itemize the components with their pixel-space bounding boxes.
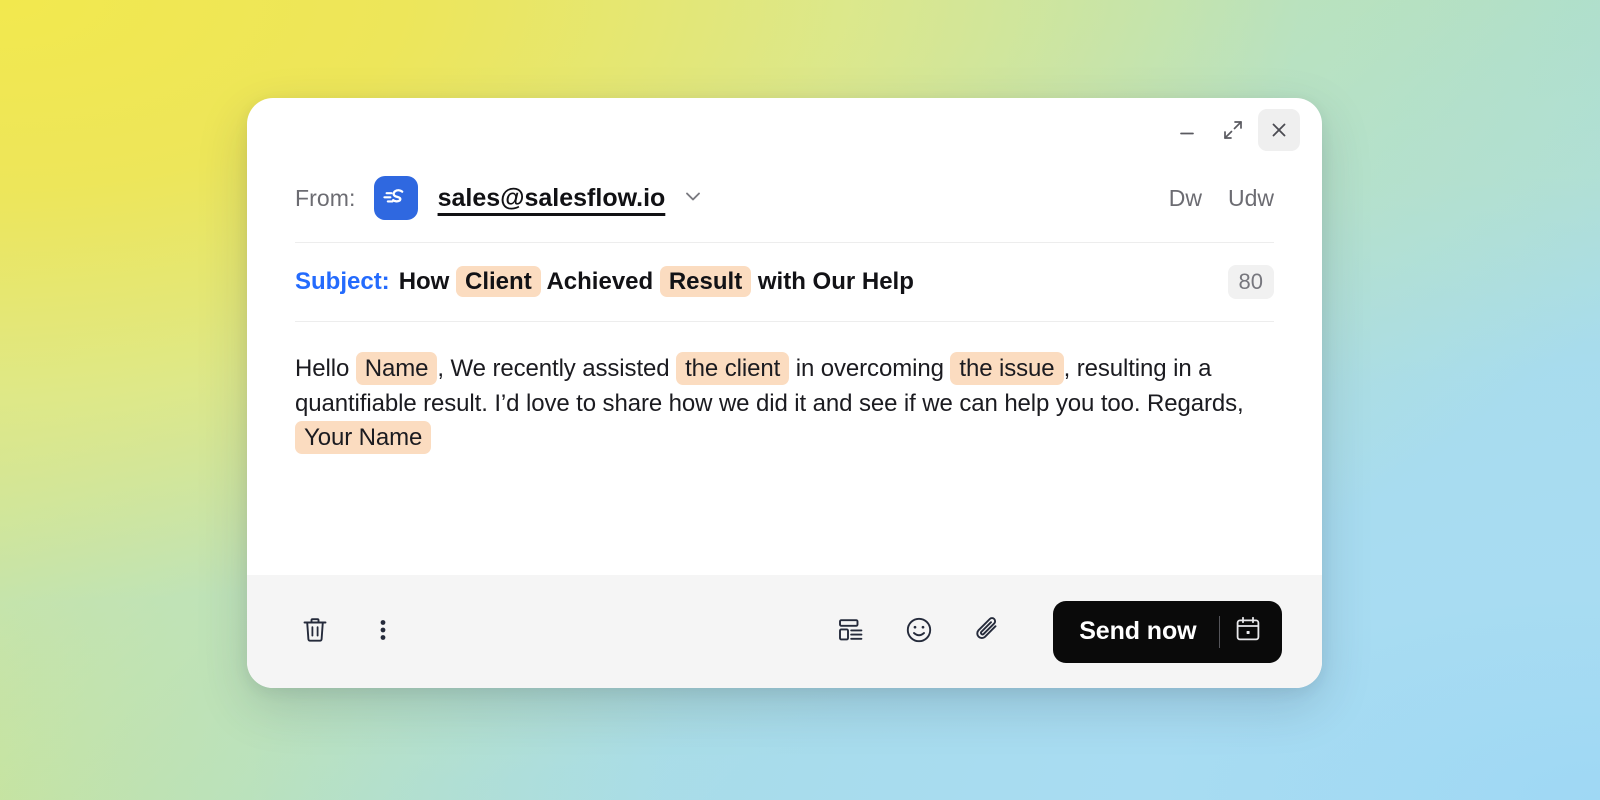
template-layout-icon bbox=[836, 615, 866, 648]
subject-row: Subject: How Client Achieved Result with… bbox=[295, 243, 1274, 322]
from-dropdown-button[interactable] bbox=[681, 184, 705, 213]
subject-chip-client[interactable]: Client bbox=[456, 266, 541, 297]
subject-segment-text: Achieved bbox=[540, 268, 660, 295]
chevron-down-icon bbox=[681, 184, 705, 213]
insert-emoji-button[interactable] bbox=[895, 608, 943, 656]
cc-button[interactable]: Dw bbox=[1169, 185, 1202, 212]
subject-chip-result[interactable]: Result bbox=[659, 266, 752, 297]
expand-button[interactable] bbox=[1212, 109, 1254, 151]
subject-label: Subject: bbox=[295, 268, 390, 295]
paperclip-icon bbox=[972, 615, 1002, 648]
bcc-button[interactable]: Udw bbox=[1228, 185, 1274, 212]
insert-template-button[interactable] bbox=[827, 608, 875, 656]
footer-left-group bbox=[291, 608, 407, 656]
attach-file-button[interactable] bbox=[963, 608, 1011, 656]
trash-icon bbox=[300, 615, 330, 648]
window-titlebar bbox=[247, 98, 1322, 162]
subject-segment-text: How bbox=[398, 268, 457, 295]
from-address[interactable]: sales@salesflow.io bbox=[438, 184, 666, 213]
body-chip-the-issue[interactable]: the issue bbox=[950, 352, 1064, 385]
minimize-icon bbox=[1177, 120, 1197, 140]
expand-icon bbox=[1222, 119, 1244, 141]
close-icon bbox=[1269, 120, 1289, 140]
body-segment-text: , We recently assisted bbox=[437, 355, 677, 382]
from-row: From: sales@salesflow.io Dw Udw bbox=[295, 162, 1274, 243]
body-chip-the-client[interactable]: the client bbox=[676, 352, 790, 385]
body-chip-name[interactable]: Name bbox=[355, 352, 438, 385]
character-count-badge: 80 bbox=[1227, 265, 1274, 299]
body-segment-text: Hello bbox=[295, 355, 356, 382]
send-now-button[interactable]: Send now bbox=[1053, 600, 1282, 663]
footer-right-group: Send now bbox=[827, 600, 1282, 663]
from-label: From: bbox=[295, 184, 356, 211]
calendar-icon bbox=[1234, 615, 1262, 648]
close-button[interactable] bbox=[1258, 109, 1300, 151]
smiley-face-icon bbox=[904, 615, 934, 648]
body-chip-your-name[interactable]: Your Name bbox=[295, 421, 432, 455]
more-vertical-icon bbox=[369, 616, 397, 647]
compose-window: From: sales@salesflow.io Dw Udw Subject: bbox=[247, 98, 1322, 688]
message-body-area: Hello Name, We recently assisted the cli… bbox=[295, 322, 1274, 575]
salesflow-logo-icon bbox=[373, 176, 418, 220]
subject-input[interactable]: How Client Achieved Result with Our Help bbox=[398, 266, 914, 297]
more-options-button[interactable] bbox=[359, 608, 407, 656]
message-body-input[interactable]: Hello Name, We recently assisted the cli… bbox=[295, 352, 1274, 456]
schedule-send-button[interactable] bbox=[1220, 601, 1276, 663]
compose-footer-toolbar: Send now bbox=[247, 575, 1322, 688]
body-segment-text: in overcoming bbox=[789, 355, 951, 382]
send-now-label: Send now bbox=[1079, 617, 1197, 645]
minimize-button[interactable] bbox=[1166, 109, 1208, 151]
delete-draft-button[interactable] bbox=[291, 608, 339, 656]
subject-segment-text: with Our Help bbox=[751, 268, 914, 295]
